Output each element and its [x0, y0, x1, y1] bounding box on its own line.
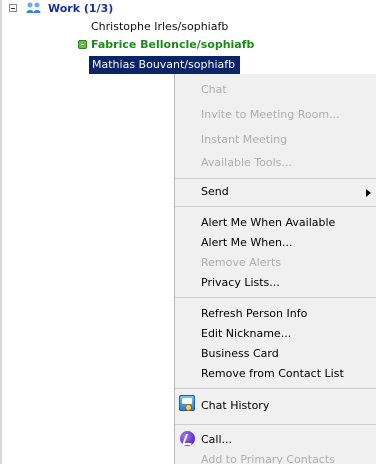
menu-item-alert-me-when[interactable]: Alert Me When...	[201, 233, 293, 253]
contact-row-fabrice-belloncle[interactable]: Fabrice Belloncle/sophiafb	[78, 36, 298, 53]
menu-item-business-card[interactable]: Business Card	[201, 344, 279, 364]
menu-item-alert-me-when-available[interactable]: Alert Me When Available	[201, 213, 335, 233]
contact-label: Christophe Irles/sophiafb	[91, 20, 229, 33]
menu-item-chat[interactable]: Chat	[201, 80, 227, 100]
menu-separator	[175, 424, 376, 425]
group-label: Work (1/3)	[48, 2, 114, 15]
contact-row-christophe-irles[interactable]: Christophe Irles/sophiafb	[91, 18, 228, 35]
group-row-work[interactable]: Work (1/3)	[9, 0, 209, 17]
chat-history-icon	[179, 395, 195, 411]
menu-separator	[175, 297, 376, 298]
menu-item-edit-nickname[interactable]: Edit Nickname...	[201, 324, 291, 344]
menu-item-send[interactable]: Send	[201, 182, 229, 202]
menu-item-remove-alerts[interactable]: Remove Alerts	[201, 253, 281, 273]
contact-label: Fabrice Belloncle/sophiafb	[91, 38, 255, 51]
menu-separator	[175, 388, 376, 389]
submenu-arrow-icon	[366, 189, 371, 197]
menu-item-refresh-person-info[interactable]: Refresh Person Info	[201, 304, 307, 324]
contact-list-panel: Work (1/3) Christophe Irles/sophiafb Fab…	[0, 0, 376, 475]
menu-item-instant-meeting[interactable]: Instant Meeting	[201, 130, 287, 150]
menu-item-call[interactable]: Call...	[201, 430, 232, 450]
context-menu: Chat Invite to Meeting Room... Instant M…	[174, 74, 376, 466]
group-icon	[26, 2, 41, 13]
menu-item-chat-history[interactable]: Chat History	[201, 396, 269, 416]
menu-item-remove-from-contact-list[interactable]: Remove from Contact List	[201, 364, 344, 384]
collapse-toggle-icon[interactable]	[9, 4, 17, 12]
menu-separator	[175, 178, 376, 179]
call-icon	[180, 431, 195, 446]
menu-item-privacy-lists[interactable]: Privacy Lists...	[201, 273, 280, 293]
bottom-empty-area	[0, 464, 376, 475]
selected-contact-label: Mathias Bouvant/sophiafb	[92, 58, 236, 71]
available-status-icon	[78, 40, 87, 49]
panel-left-edge	[0, 0, 2, 475]
menu-item-invite-to-meeting-room[interactable]: Invite to Meeting Room...	[201, 105, 340, 125]
menu-separator	[175, 206, 376, 207]
menu-item-available-tools[interactable]: Available Tools...	[201, 153, 292, 173]
selected-contact-row-mathias-bouvant[interactable]: Mathias Bouvant/sophiafb	[89, 56, 240, 74]
